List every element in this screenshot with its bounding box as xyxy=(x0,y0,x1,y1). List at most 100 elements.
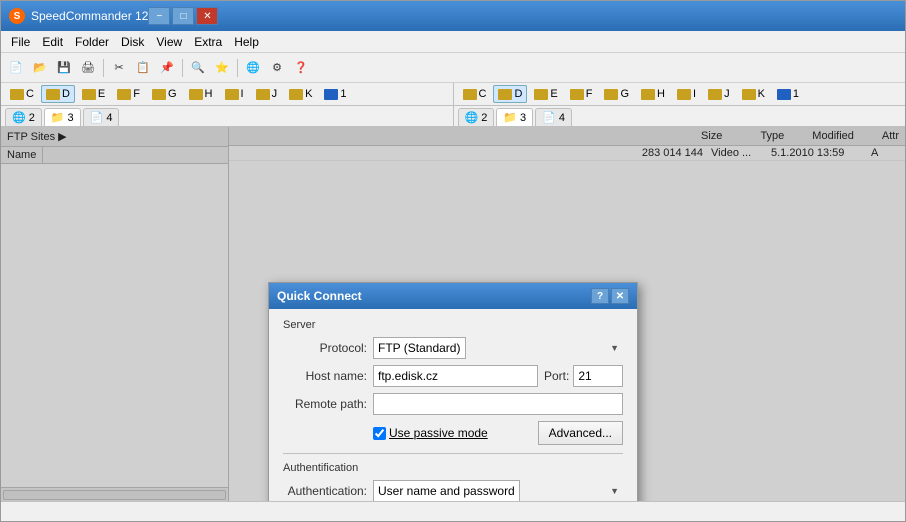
toolbar-save-btn[interactable]: 💾 xyxy=(53,57,75,79)
drive-f-left[interactable]: F xyxy=(112,85,145,103)
globe-icon-right: 🌐 xyxy=(465,111,479,124)
drive-i-right[interactable]: I xyxy=(672,85,701,103)
hostname-row: Host name: Port: xyxy=(283,365,623,387)
port-label: Port: xyxy=(544,369,569,383)
drive-j-left[interactable]: J xyxy=(251,85,283,103)
menu-disk[interactable]: Disk xyxy=(115,33,150,51)
drive-e-left[interactable]: E xyxy=(77,85,110,103)
left-tab-4[interactable]: 📄 4 xyxy=(83,108,120,126)
drive-j-right[interactable]: J xyxy=(703,85,735,103)
protocol-select-wrapper: FTP (Standard) SFTP FTPS xyxy=(373,337,623,359)
drive-g-icon-left xyxy=(152,89,166,100)
drive-e-right[interactable]: E xyxy=(529,85,562,103)
right-tab-4[interactable]: 📄 4 xyxy=(535,108,572,126)
protocol-label: Protocol: xyxy=(283,341,373,355)
menu-extra[interactable]: Extra xyxy=(188,33,228,51)
remote-path-label: Remote path: xyxy=(283,397,373,411)
drive-f-icon-right xyxy=(570,89,584,100)
menu-bar: File Edit Folder Disk View Extra Help xyxy=(1,31,905,53)
hostname-label: Host name: xyxy=(283,369,373,383)
menu-file[interactable]: File xyxy=(5,33,36,51)
dialog-title-bar: Quick Connect ? ✕ xyxy=(269,283,637,309)
menu-help[interactable]: Help xyxy=(228,33,265,51)
remote-path-input[interactable] xyxy=(373,393,623,415)
close-button[interactable]: ✕ xyxy=(196,7,218,25)
drive-i-left[interactable]: I xyxy=(220,85,249,103)
right-drive-bar: C D E F G H I xyxy=(454,83,906,105)
toolbar-help-btn[interactable]: ❓ xyxy=(290,57,312,79)
drive-k-left[interactable]: K xyxy=(284,85,317,103)
drive-i-icon-right xyxy=(677,89,691,100)
toolbar-sep-3 xyxy=(237,59,238,77)
globe-icon-left: 🌐 xyxy=(12,111,26,124)
window-controls: − □ ✕ xyxy=(148,7,218,25)
drive-e-icon-right xyxy=(534,89,548,100)
passive-row: Use passive mode Advanced... xyxy=(283,421,623,445)
folder-icon-left: 📁 xyxy=(51,111,65,124)
left-tabs: 🌐 2 📁 3 📄 4 xyxy=(1,106,454,126)
status-bar xyxy=(1,501,905,521)
section-divider xyxy=(283,453,623,454)
toolbar-search-btn[interactable]: 🔍 xyxy=(187,57,209,79)
server-section-label: Server xyxy=(283,319,623,331)
drive-k-icon-left xyxy=(289,89,303,100)
drive-g-left[interactable]: G xyxy=(147,85,182,103)
title-bar: S SpeedCommander 12 − □ ✕ xyxy=(1,1,905,31)
auth-type-label: Authentication: xyxy=(283,484,373,498)
drive-d-icon-left xyxy=(46,89,60,100)
left-tab-2[interactable]: 🌐 2 xyxy=(5,108,42,126)
menu-edit[interactable]: Edit xyxy=(36,33,69,51)
dialog-help-button[interactable]: ? xyxy=(591,288,609,304)
drive-net-left[interactable]: 1 xyxy=(319,85,351,103)
drive-c-left[interactable]: C xyxy=(5,85,39,103)
left-drive-bar: C D E F G H I xyxy=(1,83,454,105)
minimize-button[interactable]: − xyxy=(148,7,170,25)
toolbar-print-btn[interactable]: 🖨 xyxy=(77,57,99,79)
passive-mode-checkbox[interactable] xyxy=(373,427,386,440)
drive-e-icon-left xyxy=(82,89,96,100)
app-icon: S xyxy=(9,8,25,24)
drive-d-left[interactable]: D xyxy=(41,85,75,103)
drive-net-right[interactable]: 1 xyxy=(772,85,804,103)
drive-f-icon-left xyxy=(117,89,131,100)
toolbar-net-btn[interactable]: 🌐 xyxy=(242,57,264,79)
main-window: S SpeedCommander 12 − □ ✕ File Edit Fold… xyxy=(0,0,906,522)
drive-g-right[interactable]: G xyxy=(599,85,634,103)
hostname-input[interactable] xyxy=(373,365,538,387)
drive-c-right[interactable]: C xyxy=(458,85,492,103)
left-tab-3[interactable]: 📁 3 xyxy=(44,108,81,126)
drive-h-icon-right xyxy=(641,89,655,100)
drive-j-icon-left xyxy=(256,89,270,100)
authentication-select[interactable]: User name and password Anonymous Key fil… xyxy=(373,480,520,501)
toolbar-fav-btn[interactable]: ⭐ xyxy=(211,57,233,79)
toolbar-settings-btn[interactable]: ⚙ xyxy=(266,57,288,79)
dialog-close-button[interactable]: ✕ xyxy=(611,288,629,304)
toolbar-paste-btn[interactable]: 📌 xyxy=(156,57,178,79)
menu-folder[interactable]: Folder xyxy=(69,33,115,51)
drive-net-icon-right xyxy=(777,89,791,100)
toolbar-sep-1 xyxy=(103,59,104,77)
maximize-button[interactable]: □ xyxy=(172,7,194,25)
drive-bars: C D E F G H I xyxy=(1,83,905,106)
toolbar-new-btn[interactable]: 📄 xyxy=(5,57,27,79)
dialog-title-buttons: ? ✕ xyxy=(591,288,629,304)
advanced-button[interactable]: Advanced... xyxy=(538,421,623,445)
drive-h-icon-left xyxy=(189,89,203,100)
toolbar-cut-btn[interactable]: ✂ xyxy=(108,57,130,79)
menu-view[interactable]: View xyxy=(150,33,188,51)
dialog-overlay: Quick Connect ? ✕ Server Protocol: xyxy=(1,127,905,501)
folder-icon-right: 📁 xyxy=(503,111,517,124)
dialog-title-text: Quick Connect xyxy=(277,289,362,303)
drive-f-right[interactable]: F xyxy=(565,85,598,103)
toolbar-open-btn[interactable]: 📂 xyxy=(29,57,51,79)
drive-c-icon-right xyxy=(463,89,477,100)
right-tab-2[interactable]: 🌐 2 xyxy=(458,108,495,126)
drive-k-right[interactable]: K xyxy=(737,85,770,103)
drive-h-right[interactable]: H xyxy=(636,85,670,103)
port-input[interactable] xyxy=(573,365,623,387)
drive-h-left[interactable]: H xyxy=(184,85,218,103)
drive-d-right[interactable]: D xyxy=(493,85,527,103)
right-tab-3[interactable]: 📁 3 xyxy=(496,108,533,126)
protocol-select[interactable]: FTP (Standard) SFTP FTPS xyxy=(373,337,466,359)
toolbar-copy-btn[interactable]: 📋 xyxy=(132,57,154,79)
